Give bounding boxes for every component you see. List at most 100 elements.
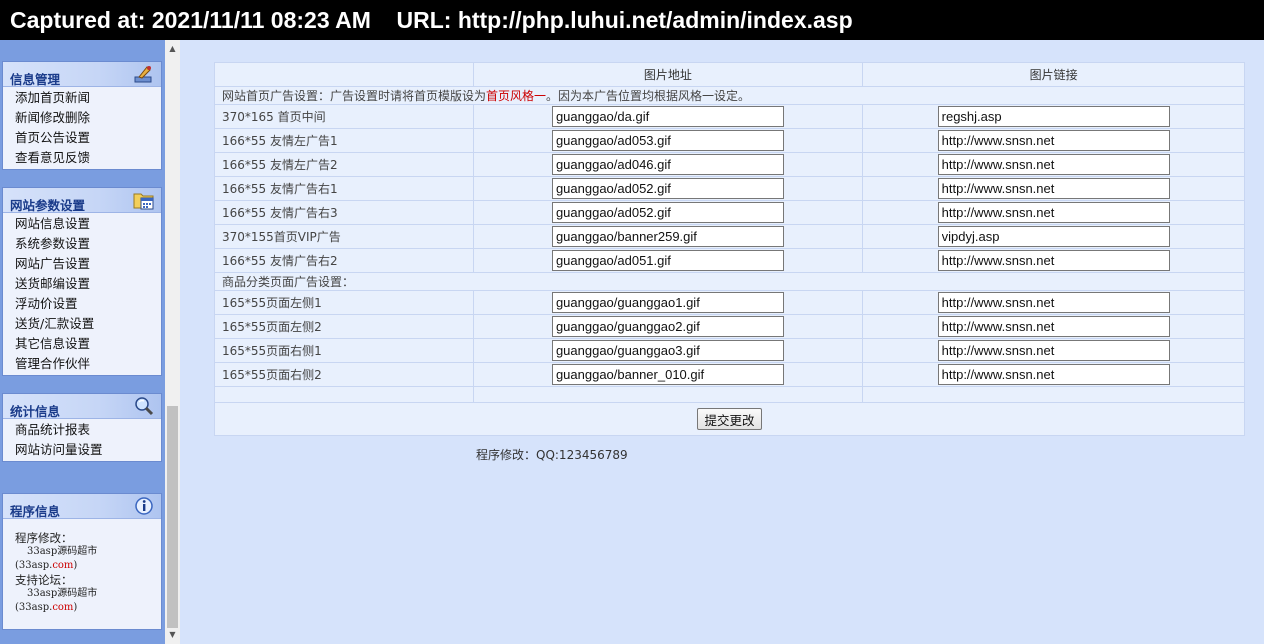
spacer-cell: [862, 386, 1245, 403]
table-row: 166*55 友情左广告1: [214, 128, 1245, 153]
image-address-cell: [472, 176, 864, 201]
forum-label: 支持论坛：: [15, 573, 73, 587]
main-content: 图片地址 图片链接 网站首页广告设置：广告设置时请将首页模版设为首页风格一。因为…: [180, 40, 1264, 644]
image-address-cell: [472, 248, 864, 273]
image-address-input[interactable]: [551, 178, 784, 199]
vertical-scrollbar[interactable]: ▲ ▼: [165, 40, 180, 644]
menu-item-edit-news[interactable]: 新闻修改删除: [3, 108, 161, 128]
menu-item-other-info[interactable]: 其它信息设置: [3, 334, 161, 354]
submit-changes-button[interactable]: 提交更改: [697, 408, 762, 430]
table-row: 165*55页面右侧1: [214, 338, 1245, 363]
menu-item-floating-price[interactable]: 浮动价设置: [3, 294, 161, 314]
menu-item-visit-stats[interactable]: 网站访问量设置: [3, 440, 161, 460]
table-row: 166*55 友情左广告2: [214, 152, 1245, 177]
header-cell-empty: [214, 62, 474, 87]
scrollbar-thumb[interactable]: [167, 406, 178, 628]
image-link-input[interactable]: [937, 316, 1170, 337]
image-link-cell: [862, 224, 1245, 249]
menu-item-partners[interactable]: 管理合作伙伴: [3, 354, 161, 374]
image-address-input[interactable]: [551, 226, 784, 247]
table-row: 165*55页面左侧1: [214, 290, 1245, 315]
image-link-input[interactable]: [937, 178, 1170, 199]
table-row: 166*55 友情广告右2: [214, 248, 1245, 273]
image-link-cell: [862, 248, 1245, 273]
image-address-cell: [472, 224, 864, 249]
image-address-input[interactable]: [551, 154, 784, 175]
image-address-cell: [472, 314, 864, 339]
panel-header: 统计信息: [3, 394, 161, 419]
image-address-input[interactable]: [551, 202, 784, 223]
panel-title: 统计信息: [10, 404, 61, 419]
image-link-cell: [862, 104, 1245, 129]
mod-label: 程序修改：: [15, 531, 73, 545]
image-link-input[interactable]: [937, 250, 1170, 271]
table-row: 370*155首页VIP广告: [214, 224, 1245, 249]
image-link-cell: [862, 176, 1245, 201]
ad-position-label: 166*55 友情广告右1: [214, 176, 474, 201]
menu-item-site-info[interactable]: 网站信息设置: [3, 214, 161, 234]
image-link-input[interactable]: [937, 340, 1170, 361]
magnifier-icon: [135, 397, 154, 416]
panel-header: 信息管理: [3, 62, 161, 87]
menu-item-site-ads[interactable]: 网站广告设置: [3, 254, 161, 274]
image-address-cell: [472, 362, 864, 387]
image-address-cell: [472, 338, 864, 363]
panel-header: 网站参数设置: [3, 188, 161, 213]
image-address-input[interactable]: [551, 292, 784, 313]
calendar-folder-icon: [133, 193, 154, 210]
image-link-input[interactable]: [937, 130, 1170, 151]
capture-bar: Captured at: 2021/11/11 08:23 AM URL: ht…: [0, 0, 1264, 40]
header-image-address: 图片地址: [472, 62, 864, 87]
spacer-cell: [472, 386, 864, 403]
image-address-input[interactable]: [551, 340, 784, 361]
panel-statistics: 统计信息 商品统计报表 网站访问量设置: [2, 393, 162, 462]
panel-program-info: 程序信息 程序修改： 33asp源码超市 (33asp.com) 支持论坛： 3…: [2, 493, 162, 630]
forum-name: 33asp源码超市: [27, 588, 98, 599]
image-address-input[interactable]: [551, 106, 784, 127]
menu-item-feedback[interactable]: 查看意见反馈: [3, 148, 161, 168]
panel-header: 程序信息: [3, 494, 161, 519]
panel-title: 网站参数设置: [10, 198, 86, 213]
ad-position-label: 165*55页面右侧1: [214, 338, 474, 363]
mod-site: (33asp.com): [15, 560, 78, 571]
panel-info-management: 信息管理 添加首页新闻 新闻修改删除 首页公告设置 查看意见反馈: [2, 61, 162, 170]
ad-position-label: 166*55 友情广告右3: [214, 200, 474, 225]
panel-title: 信息管理: [10, 72, 61, 87]
image-link-cell: [862, 338, 1245, 363]
menu-item-postcode[interactable]: 送货邮编设置: [3, 274, 161, 294]
menu-item-system-params[interactable]: 系统参数设置: [3, 234, 161, 254]
panel-title: 程序信息: [10, 504, 61, 519]
arrow-down-icon[interactable]: ▼: [165, 628, 180, 642]
image-link-input[interactable]: [937, 106, 1170, 127]
image-link-input[interactable]: [937, 154, 1170, 175]
submit-cell: 提交更改: [214, 402, 1245, 436]
image-address-cell: [472, 104, 864, 129]
footer-text: 程序修改：QQ:123456789: [476, 448, 628, 462]
spacer-cell: [214, 386, 474, 403]
image-address-input[interactable]: [551, 130, 784, 151]
image-link-cell: [862, 128, 1245, 153]
image-address-cell: [472, 200, 864, 225]
image-address-input[interactable]: [551, 316, 784, 337]
image-link-input[interactable]: [937, 226, 1170, 247]
menu-item-delivery-payment[interactable]: 送货/汇款设置: [3, 314, 161, 334]
arrow-up-icon[interactable]: ▲: [165, 42, 180, 56]
image-link-input[interactable]: [937, 202, 1170, 223]
menu-item-product-stats[interactable]: 商品统计报表: [3, 420, 161, 440]
image-address-input[interactable]: [551, 364, 784, 385]
image-link-input[interactable]: [937, 364, 1170, 385]
spacer-row: [214, 386, 1245, 403]
table-row: 165*55页面右侧2: [214, 362, 1245, 387]
image-link-cell: [862, 200, 1245, 225]
image-address-input[interactable]: [551, 250, 784, 271]
note-row-homepage: 网站首页广告设置：广告设置时请将首页模版设为首页风格一。因为本广告位置均根据风格…: [214, 86, 1245, 105]
table-row: 165*55页面左侧2: [214, 314, 1245, 339]
sidebar: 信息管理 添加首页新闻 新闻修改删除 首页公告设置 查看意见反馈 网站参数设置: [0, 40, 165, 644]
image-link-input[interactable]: [937, 292, 1170, 313]
forum-site: (33asp.com): [15, 602, 78, 613]
table-header-row: 图片地址 图片链接: [214, 62, 1245, 87]
category-ad-note: 商品分类页面广告设置：: [214, 272, 1245, 291]
info-icon: [135, 497, 153, 515]
menu-item-add-news[interactable]: 添加首页新闻: [3, 88, 161, 108]
menu-item-announcement[interactable]: 首页公告设置: [3, 128, 161, 148]
